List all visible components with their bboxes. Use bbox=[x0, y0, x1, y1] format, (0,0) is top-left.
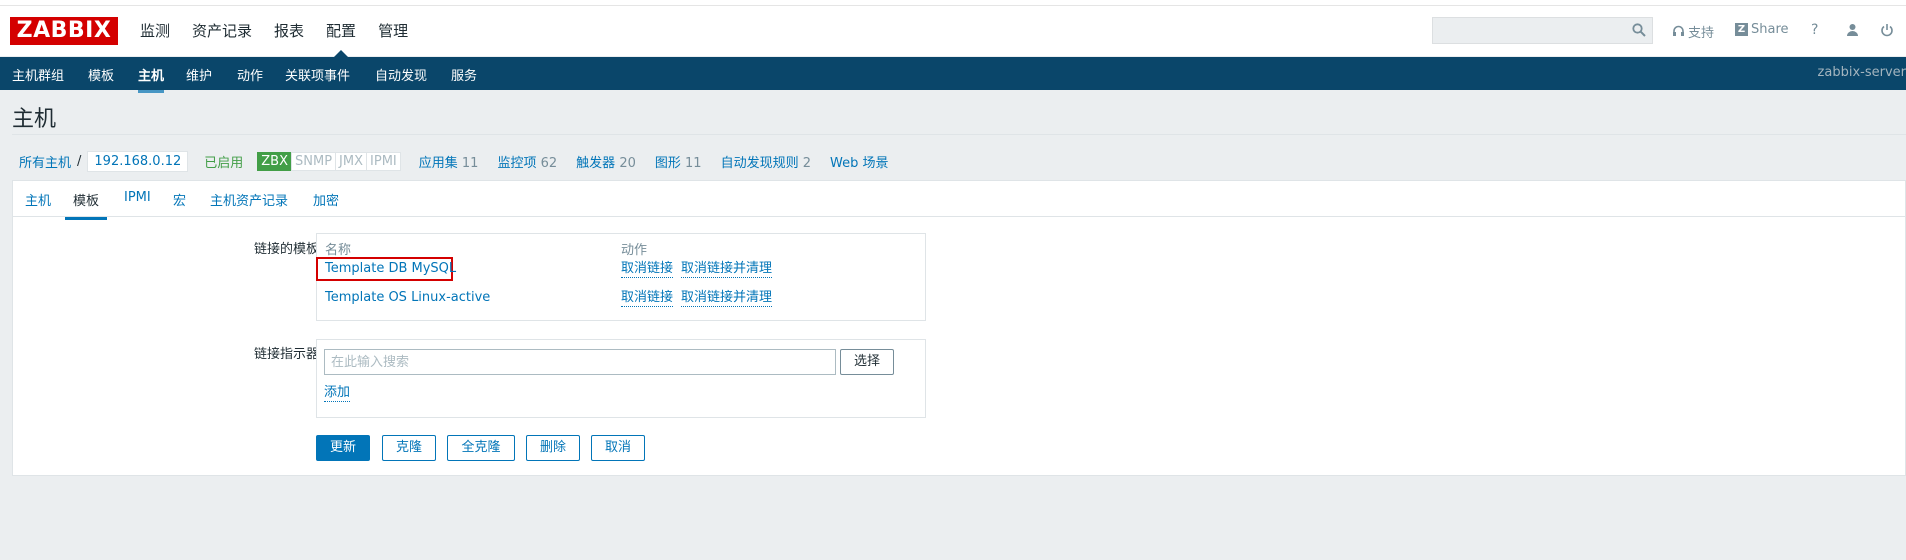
top-edge bbox=[0, 0, 1906, 6]
availability-ipmi: IPMI bbox=[366, 151, 401, 171]
link-new-templates-box: 选择 添加 bbox=[316, 339, 926, 418]
search-icon[interactable] bbox=[1632, 23, 1646, 37]
zabbix-logo[interactable]: ZABBIX bbox=[10, 17, 118, 45]
availability-snmp: SNMP bbox=[291, 151, 337, 171]
form-tabs: 主机 模板 IPMI 宏 主机资产记录 加密 bbox=[13, 181, 1905, 220]
headset-icon bbox=[1673, 25, 1684, 36]
breadcrumb-separator: / bbox=[77, 153, 82, 169]
select-button[interactable]: 选择 bbox=[840, 349, 894, 375]
cancel-button[interactable]: 取消 bbox=[591, 435, 645, 461]
availability-jmx: JMX bbox=[335, 151, 368, 171]
sub-menu-services[interactable]: 服务 bbox=[451, 65, 477, 84]
items-label[interactable]: 监控项 bbox=[497, 156, 536, 171]
host-form-panel: 主机 模板 IPMI 宏 主机资产记录 加密 链接的模板 名称 动作 Templ… bbox=[12, 180, 1906, 476]
main-menu: 监测 资产记录 报表 配置 管理 bbox=[140, 20, 430, 57]
top-header: ZABBIX 监测 资产记录 报表 配置 管理 支持 Z Share ? bbox=[0, 0, 1906, 57]
unlink-and-clear-button[interactable]: 取消链接并清理 bbox=[681, 290, 773, 307]
column-header-name: 名称 bbox=[325, 243, 352, 258]
global-search-input[interactable] bbox=[1432, 17, 1653, 44]
power-icon[interactable] bbox=[1880, 23, 1894, 37]
breadcrumb-host[interactable]: 192.168.0.12 bbox=[87, 150, 189, 172]
sub-menu-hosts[interactable]: 主机 bbox=[138, 65, 165, 93]
main-menu-monitoring[interactable]: 监测 bbox=[140, 20, 170, 57]
unlink-and-clear-button[interactable]: 取消链接并清理 bbox=[681, 261, 773, 278]
title-divider bbox=[12, 134, 1906, 135]
linked-templates-table: 名称 动作 Template DB MySQL 取消链接 取消链接并清理 Tem… bbox=[316, 233, 926, 321]
breadcrumb-applications[interactable]: 应用集 11 bbox=[419, 152, 479, 171]
graphs-count: 11 bbox=[685, 155, 702, 171]
sub-menu-event-correlation[interactable]: 关联项事件 bbox=[285, 65, 350, 84]
sub-menu-host-groups[interactable]: 主机群组 bbox=[12, 65, 64, 84]
status-badge[interactable]: 已启用 bbox=[204, 152, 243, 171]
main-menu-inventory[interactable]: 资产记录 bbox=[192, 20, 252, 57]
support-label: 支持 bbox=[1688, 26, 1715, 41]
delete-button[interactable]: 删除 bbox=[526, 435, 580, 461]
share-link[interactable]: Z Share bbox=[1735, 22, 1789, 37]
main-menu-reports[interactable]: 报表 bbox=[274, 20, 304, 57]
share-z-icon: Z bbox=[1735, 23, 1748, 36]
tab-host[interactable]: 主机 bbox=[25, 190, 51, 209]
unlink-button[interactable]: 取消链接 bbox=[621, 290, 674, 307]
sub-menu-templates[interactable]: 模板 bbox=[88, 65, 114, 84]
breadcrumb-web-scenarios[interactable]: Web 场景 bbox=[830, 152, 888, 171]
sub-menu: 主机群组 模板 主机 维护 动作 关联项事件 自动发现 服务 zabbix-se… bbox=[0, 57, 1906, 93]
update-button[interactable]: 更新 bbox=[316, 435, 370, 461]
applications-count: 11 bbox=[461, 155, 479, 171]
column-header-action: 动作 bbox=[621, 243, 648, 258]
tab-inventory[interactable]: 主机资产记录 bbox=[210, 190, 288, 209]
user-icon[interactable] bbox=[1846, 23, 1859, 36]
graphs-label[interactable]: 图形 bbox=[655, 156, 681, 171]
applications-label[interactable]: 应用集 bbox=[419, 156, 458, 171]
discovery-rules-label[interactable]: 自动发现规则 bbox=[721, 156, 799, 171]
tab-ipmi[interactable]: IPMI bbox=[124, 190, 151, 205]
breadcrumb-graphs[interactable]: 图形 11 bbox=[655, 152, 702, 171]
discovery-rules-count: 2 bbox=[802, 155, 811, 171]
triggers-label[interactable]: 触发器 bbox=[576, 156, 615, 171]
linked-templates-label: 链接的模板 bbox=[253, 242, 319, 257]
breadcrumb-triggers[interactable]: 触发器 20 bbox=[576, 152, 636, 171]
triggers-count: 20 bbox=[619, 155, 636, 171]
unlink-button[interactable]: 取消链接 bbox=[621, 261, 674, 278]
full-clone-button[interactable]: 全克隆 bbox=[447, 435, 515, 461]
support-link[interactable]: 支持 bbox=[1672, 22, 1714, 41]
availability-zbx: ZBX bbox=[257, 151, 292, 171]
sub-menu-discovery[interactable]: 自动发现 bbox=[375, 65, 427, 84]
web-scenarios-label[interactable]: Web 场景 bbox=[830, 156, 888, 171]
question-mark-icon[interactable]: ? bbox=[1811, 22, 1818, 38]
template-link-mysql[interactable]: Template DB MySQL bbox=[325, 261, 456, 276]
link-new-templates-label: 链接指示器 bbox=[253, 347, 319, 362]
template-search-input[interactable] bbox=[324, 349, 836, 375]
sub-menu-maintenance[interactable]: 维护 bbox=[186, 65, 212, 84]
add-link[interactable]: 添加 bbox=[324, 385, 351, 402]
availability-indicators: ZBX SNMP JMX IPMI bbox=[257, 151, 401, 171]
tab-templates[interactable]: 模板 bbox=[64, 190, 108, 220]
tab-macros[interactable]: 宏 bbox=[173, 190, 186, 209]
page-title: 主机 bbox=[12, 107, 57, 132]
breadcrumb-all-hosts[interactable]: 所有主机 bbox=[19, 152, 71, 171]
server-name: zabbix-server bbox=[1817, 65, 1906, 80]
share-label: Share bbox=[1751, 22, 1789, 37]
breadcrumb: 所有主机 / 192.168.0.12 已启用 ZBX SNMP JMX IPM… bbox=[12, 148, 888, 174]
main-menu-configuration[interactable]: 配置 bbox=[326, 20, 356, 57]
sub-menu-actions[interactable]: 动作 bbox=[237, 65, 263, 84]
clone-button[interactable]: 克隆 bbox=[382, 435, 436, 461]
breadcrumb-items[interactable]: 监控项 62 bbox=[497, 152, 557, 171]
template-link-linux[interactable]: Template OS Linux-active bbox=[325, 290, 490, 305]
main-menu-administration[interactable]: 管理 bbox=[378, 20, 408, 57]
items-count: 62 bbox=[540, 155, 558, 171]
breadcrumb-discovery-rules[interactable]: 自动发现规则 2 bbox=[721, 152, 811, 171]
tab-encryption[interactable]: 加密 bbox=[313, 190, 339, 209]
